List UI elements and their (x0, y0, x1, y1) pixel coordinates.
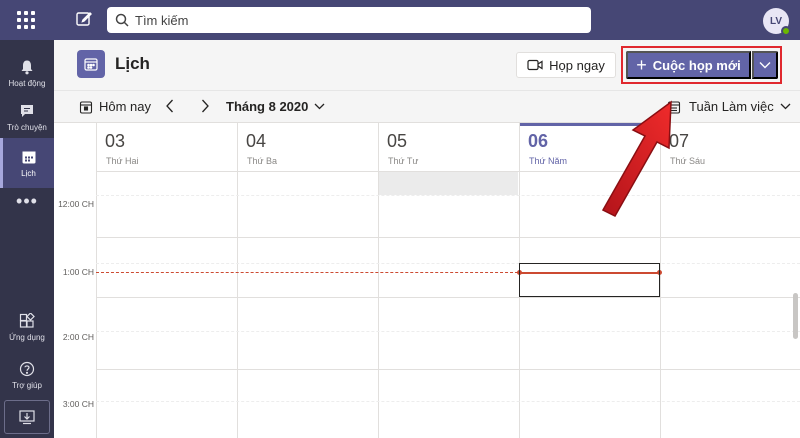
new-meeting-button[interactable]: + Cuộc họp mới (626, 51, 751, 79)
day-header-friday[interactable]: 07 Thứ Sáu (660, 123, 793, 171)
rail-label-apps: Ứng dụng (9, 332, 45, 342)
search-box[interactable] (107, 7, 591, 33)
scrollbar[interactable] (793, 293, 798, 339)
hour-line (96, 297, 800, 298)
day-header-wednesday[interactable]: 05 Thứ Tư (378, 123, 519, 171)
new-meeting-label: Cuộc họp mới (652, 57, 741, 73)
rail-item-help[interactable]: Trợ giúp (0, 350, 54, 400)
compose-icon[interactable] (75, 10, 95, 30)
calendar-toolbar: Hôm nay Tháng 8 2020 Tuần Làm việc (54, 90, 800, 122)
calendar-header: Lịch Họp ngay + Cuộc họp mới (54, 40, 800, 90)
today-label: Hôm nay (99, 99, 152, 114)
chat-icon (21, 104, 33, 117)
rail-item-apps[interactable]: Ứng dụng (0, 302, 54, 352)
column-divider (519, 171, 520, 438)
day-name: Thứ Năm (529, 156, 568, 166)
day-number: 06 (528, 131, 549, 151)
rail-item-activity[interactable]: Hoạt động (0, 48, 54, 98)
page-title: Lịch (115, 54, 150, 73)
rail-label-chat: Trò chuyện (7, 122, 47, 132)
rail-label-activity: Hoạt động (8, 78, 46, 88)
calendar-today-icon (79, 100, 93, 114)
presence-status-icon (781, 26, 791, 36)
new-meeting-dropdown-button[interactable] (752, 51, 778, 79)
week-grid: 03 Thứ Hai 04 Thứ Ba 05 Thứ Tư 06 Thứ Nă… (54, 122, 800, 438)
view-label: Tuần Làm việc (689, 99, 774, 114)
day-number: 05 (387, 131, 408, 151)
meet-now-button[interactable]: Họp ngay (516, 52, 616, 78)
view-picker[interactable]: Tuần Làm việc (667, 99, 791, 114)
video-camera-icon (527, 59, 543, 71)
day-header-tuesday[interactable]: 04 Thứ Ba (237, 123, 378, 171)
half-hour-line (96, 331, 800, 332)
rail-item-more[interactable]: ••• (0, 176, 54, 226)
day-number: 04 (246, 131, 267, 151)
selected-time-slot[interactable] (519, 263, 660, 297)
more-icon: ••• (16, 191, 38, 211)
download-icon (19, 410, 35, 425)
rail-label-help: Trợ giúp (12, 380, 42, 390)
search-icon (115, 13, 129, 27)
pointer-arrow-icon (601, 100, 672, 217)
column-divider (237, 171, 238, 438)
hour-line (96, 237, 800, 238)
past-time-slot (378, 171, 518, 195)
current-time-line (96, 272, 518, 273)
previous-week-button[interactable] (165, 99, 175, 118)
half-hour-line (96, 401, 800, 402)
top-bar: LV (0, 0, 800, 40)
chevron-left-icon (166, 99, 173, 113)
calendar-icon (22, 151, 35, 163)
help-icon (19, 361, 35, 376)
plus-icon: + (636, 55, 647, 75)
month-picker[interactable]: Tháng 8 2020 (226, 99, 325, 114)
day-number: 03 (105, 131, 126, 151)
calendar-app-icon (77, 50, 105, 78)
chevron-right-icon (202, 99, 209, 113)
app-launcher-icon[interactable] (17, 11, 35, 29)
today-button[interactable]: Hôm nay (79, 99, 151, 114)
day-name: Thứ Tư (388, 156, 419, 166)
avatar[interactable]: LV (763, 8, 791, 36)
month-label: Tháng 8 2020 (226, 99, 309, 114)
rail-item-chat[interactable]: Trò chuyện (0, 92, 54, 142)
column-divider (378, 171, 379, 438)
time-label: 1:00 CH (62, 267, 94, 277)
app-rail: Hoạt động Trò chuyện Lịch ••• Ứng dụng T… (0, 40, 54, 438)
day-header-monday[interactable]: 03 Thứ Hai (96, 123, 237, 171)
half-hour-line (96, 195, 800, 196)
hour-line (96, 369, 800, 370)
chevron-down-icon (314, 103, 325, 110)
download-button[interactable] (4, 400, 50, 434)
time-label: 3:00 CH (62, 399, 94, 409)
time-label: 12:00 CH (58, 199, 94, 209)
half-hour-line (96, 263, 800, 264)
hour-line (96, 171, 800, 172)
day-name: Thứ Ba (247, 156, 278, 166)
calendar-main: Lịch Họp ngay + Cuộc họp mới Hôm nay Thá… (54, 40, 800, 438)
bell-icon (21, 60, 33, 74)
avatar-initials: LV (769, 15, 783, 27)
day-name: Thứ Hai (106, 156, 139, 166)
time-label: 2:00 CH (62, 332, 94, 342)
chevron-down-icon (759, 62, 771, 69)
next-week-button[interactable] (200, 99, 210, 118)
chevron-down-icon (780, 103, 791, 110)
apps-icon (19, 312, 35, 328)
search-input[interactable] (135, 12, 575, 28)
meet-now-label: Họp ngay (549, 57, 605, 73)
column-divider (96, 171, 97, 438)
